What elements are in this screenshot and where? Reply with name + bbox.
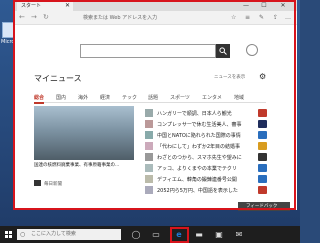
news-list-item[interactable]: コンプレッサーで休む生活美人、審事 bbox=[145, 119, 267, 130]
maximize-button[interactable]: ☐ bbox=[257, 0, 271, 11]
news-headline: 2052円ら5万円、中国語を表示した bbox=[157, 188, 238, 194]
tab-title: スタート bbox=[21, 3, 42, 9]
tab-domestic[interactable]: 国内 bbox=[56, 94, 66, 101]
user-avatar[interactable] bbox=[246, 44, 258, 56]
taskbar-search-box[interactable]: ここに入力して検索 bbox=[17, 229, 121, 240]
news-thumbnail bbox=[145, 109, 153, 117]
news-list-item[interactable]: アッコ、よりくまやの本業でテクリ bbox=[145, 163, 267, 174]
news-thumbnail bbox=[145, 186, 153, 194]
tab-entertainment[interactable]: エンタメ bbox=[202, 94, 222, 101]
search-icon: ○ bbox=[20, 231, 26, 238]
web-search-input[interactable] bbox=[80, 44, 216, 58]
news-source-logo-icon bbox=[34, 180, 41, 186]
windows-start-button[interactable] bbox=[5, 231, 12, 238]
address-bar: ← → ↻ 検索または Web アドレスを入力 ☆ ≡ ✎ ⇪ … bbox=[13, 11, 297, 25]
close-window-button[interactable]: ✕ bbox=[276, 0, 290, 11]
news-thumbnail bbox=[145, 175, 153, 183]
more-menu-icon[interactable]: … bbox=[285, 14, 291, 21]
news-thumbnail bbox=[145, 153, 153, 161]
news-section-title: マイニュース bbox=[34, 74, 82, 83]
file-explorer-icon[interactable]: ▬ bbox=[193, 229, 205, 240]
tab-general[interactable]: 総合 bbox=[34, 94, 45, 104]
feedback-button[interactable]: フィードバック bbox=[238, 202, 290, 211]
title-bar: スタート ✕ — ☐ ✕ bbox=[13, 0, 297, 11]
hero-news-source: 毎日新聞 bbox=[44, 182, 62, 187]
cortana-icon[interactable]: ◯ bbox=[130, 229, 142, 240]
news-headline: ハンガリーで順調、日本人ら観光 bbox=[157, 111, 232, 117]
news-list-item[interactable]: ハンガリーで順調、日本人ら観光 bbox=[145, 108, 267, 119]
tab-sports[interactable]: スポーツ bbox=[170, 94, 190, 101]
search-button[interactable] bbox=[216, 44, 230, 58]
hub-icon[interactable]: ≡ bbox=[245, 14, 250, 21]
news-list-item[interactable]: 「代わにして」わずか2年目の結婚事 bbox=[145, 141, 267, 152]
taskbar-search-placeholder: ここに入力して検索 bbox=[31, 231, 76, 237]
taskbar: ここに入力して検索 ○ ◯ ▭ e ▬ ▣ ✉ bbox=[0, 226, 300, 243]
news-thumbnail bbox=[145, 120, 153, 128]
news-tabs: 総合 国内 海外 経済 テック 話題 スポーツ エンタメ 地域 bbox=[34, 92, 266, 104]
publisher-logo-icon bbox=[258, 164, 267, 172]
tab-start[interactable]: スタート ✕ bbox=[17, 1, 73, 11]
hero-news-image[interactable] bbox=[34, 106, 134, 160]
tab-overseas[interactable]: 海外 bbox=[78, 94, 88, 101]
hero-news-caption[interactable]: 国連の核燃料廃棄事業、有事原籍事業の... bbox=[34, 163, 134, 169]
tab-tech[interactable]: テック bbox=[122, 94, 137, 101]
store-icon[interactable]: ▣ bbox=[213, 229, 225, 240]
search-icon bbox=[219, 47, 227, 55]
address-input[interactable]: 検索または Web アドレスを入力 bbox=[83, 14, 157, 21]
news-thumbnail bbox=[145, 164, 153, 172]
publisher-logo-icon bbox=[258, 153, 267, 161]
news-headline: わざとのつから、スマホ先生や望みに bbox=[157, 155, 242, 161]
news-thumbnail bbox=[145, 142, 153, 150]
news-thumbnail bbox=[145, 131, 153, 139]
publisher-logo-icon bbox=[258, 142, 267, 150]
refresh-icon[interactable]: ↻ bbox=[43, 13, 49, 22]
back-arrow-icon[interactable]: ← bbox=[19, 13, 25, 22]
gear-icon[interactable]: ⚙ bbox=[259, 72, 266, 81]
news-list-item[interactable]: 中国とNATOに陥れられた国際の事情 bbox=[145, 130, 267, 141]
share-icon[interactable]: ⇪ bbox=[273, 14, 278, 21]
forward-arrow-icon[interactable]: → bbox=[31, 13, 37, 22]
edge-browser-window: スタート ✕ — ☐ ✕ ← → ↻ 検索または Web アドレスを入力 ☆ ≡… bbox=[13, 0, 297, 211]
task-view-icon[interactable]: ▭ bbox=[150, 229, 162, 240]
news-headline: デフィエム、韓角の鍛錬連番号公開 bbox=[157, 177, 237, 183]
publisher-logo-icon bbox=[258, 186, 267, 194]
minimize-button[interactable]: — bbox=[239, 0, 253, 11]
news-list-item[interactable]: わざとのつから、スマホ先生や望みに bbox=[145, 152, 267, 163]
news-headline: コンプレッサーで休む生活美人、審事 bbox=[157, 122, 242, 128]
close-tab-icon[interactable]: ✕ bbox=[65, 1, 70, 11]
mail-icon[interactable]: ✉ bbox=[233, 229, 245, 240]
notes-icon[interactable]: ✎ bbox=[259, 14, 264, 21]
tab-economy[interactable]: 経済 bbox=[100, 94, 110, 101]
news-list-item[interactable]: 2052円ら5万円、中国語を表示した bbox=[145, 185, 267, 196]
edge-taskbar-highlight bbox=[170, 227, 189, 243]
favorites-star-icon[interactable]: ☆ bbox=[231, 14, 236, 21]
news-headline: 「代わにして」わずか2年目の結婚事 bbox=[157, 144, 241, 150]
tab-topics[interactable]: 話題 bbox=[148, 94, 158, 101]
tab-region[interactable]: 地域 bbox=[234, 94, 244, 101]
news-settings-link[interactable]: ニュースを表示 bbox=[214, 74, 245, 80]
publisher-logo-icon bbox=[258, 131, 267, 139]
news-headline: アッコ、よりくまやの本業でテクリ bbox=[157, 166, 237, 172]
publisher-logo-icon bbox=[258, 120, 267, 128]
publisher-logo-icon bbox=[258, 175, 267, 183]
news-list-item[interactable]: デフィエム、韓角の鍛錬連番号公開 bbox=[145, 174, 267, 185]
publisher-logo-icon bbox=[258, 109, 267, 117]
feedback-label: フィードバック bbox=[246, 204, 278, 209]
news-headline: 中国とNATOに陥れられた国際の事情 bbox=[157, 133, 241, 139]
